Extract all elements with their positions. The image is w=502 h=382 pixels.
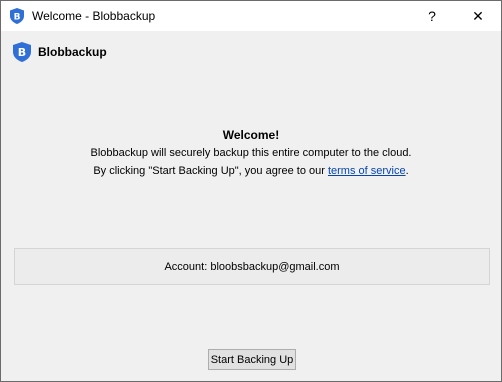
welcome-message: Welcome! Blobbackup will securely backup… xyxy=(1,126,501,180)
terms-of-service-link[interactable]: terms of service xyxy=(328,165,406,177)
shield-icon: B xyxy=(13,42,31,62)
title-bar[interactable]: B Welcome - Blobbackup ? ✕ xyxy=(1,1,501,31)
brand-header: B Blobbackup xyxy=(13,42,107,62)
terms-line: By clicking "Start Backing Up", you agre… xyxy=(1,162,501,180)
account-info-box: Account: bloobsbackup@gmail.com xyxy=(14,248,490,285)
welcome-description: Blobbackup will securely backup this ent… xyxy=(90,147,412,159)
terms-suffix: . xyxy=(405,165,409,177)
brand-name: Blobbackup xyxy=(38,45,107,59)
start-backing-up-button[interactable]: Start Backing Up xyxy=(208,349,296,370)
close-button[interactable]: ✕ xyxy=(455,1,501,31)
welcome-heading: Welcome! xyxy=(222,128,280,142)
svg-text:B: B xyxy=(14,13,21,23)
content-area: B Blobbackup Welcome! Blobbackup will se… xyxy=(1,31,501,381)
app-shield-icon: B xyxy=(10,8,24,24)
account-label: Account: bloobsbackup@gmail.com xyxy=(164,260,340,273)
terms-prefix: By clicking "Start Backing Up", you agre… xyxy=(93,165,328,177)
window-title: Welcome - Blobbackup xyxy=(32,9,156,23)
svg-text:B: B xyxy=(18,46,26,59)
welcome-window: B Welcome - Blobbackup ? ✕ B Blobbackup … xyxy=(0,0,502,382)
help-button[interactable]: ? xyxy=(409,1,455,31)
